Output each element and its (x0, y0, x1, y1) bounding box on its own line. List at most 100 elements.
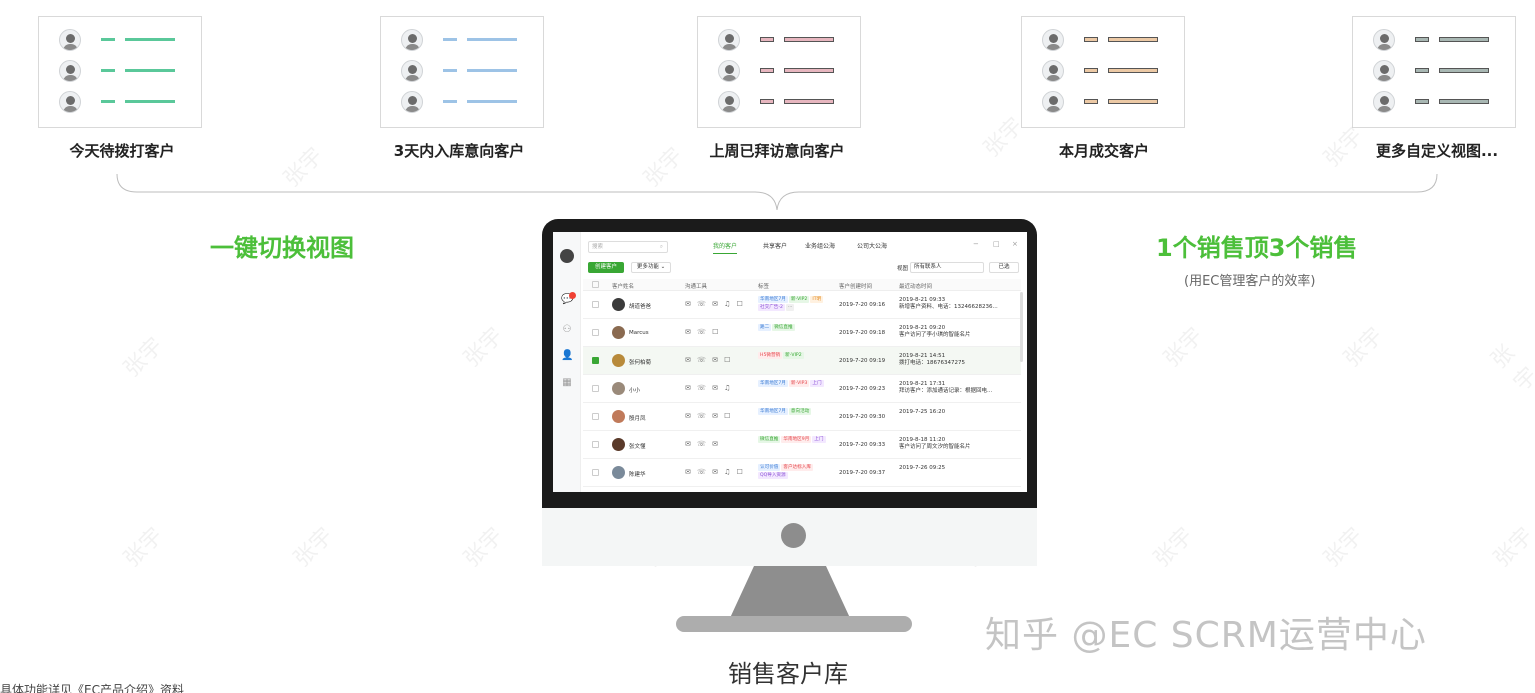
slogan-efficiency: 1个销售顶3个销售 (1156, 234, 1358, 262)
tag-badge[interactable]: 客户达标入库 (781, 464, 813, 471)
customer-name[interactable]: 小小 (629, 386, 640, 394)
customer-name[interactable]: 陈建华 (629, 470, 646, 478)
user-avatar[interactable] (560, 249, 574, 263)
row-checkbox[interactable] (592, 301, 599, 308)
tag-badge[interactable]: 华南地区7月 (758, 408, 788, 415)
tag-badge[interactable]: 意向活动 (788, 408, 812, 415)
placeholder-line-long (467, 100, 517, 103)
tag-badge[interactable]: 华南地区9月 (781, 436, 812, 443)
tag-badge[interactable]: H5微营销 (758, 352, 783, 359)
col-recent[interactable]: 最近动态时间 (899, 282, 932, 290)
customer-icon[interactable]: 👤 (561, 350, 573, 362)
tag-badge[interactable]: 新-VIP2 (788, 296, 810, 303)
row-checkbox[interactable] (592, 357, 599, 364)
apps-grid-icon[interactable]: ▦ (561, 377, 573, 389)
view-card-3[interactable] (1021, 16, 1185, 128)
recent-activity: 2019-8-21 14:51 拨打电话：18676347275 (899, 353, 965, 366)
org-icon[interactable]: ⚇ (561, 324, 573, 336)
view-card-2[interactable] (697, 16, 861, 128)
more-functions-button[interactable]: 更多功能 ⌄ (631, 262, 671, 273)
created-time: 2019-7-20 09:19 (839, 358, 886, 364)
placeholder-line-short (1415, 37, 1429, 42)
tag-badge[interactable]: 路二 (758, 324, 772, 331)
table-row[interactable]: Marcus ✉ ☏ ☐ 路二 微信直推 2019-7-20 09:18 2019-8-2… (583, 319, 1021, 347)
tab-group-pool[interactable]: 业务组公海 (805, 241, 835, 253)
tag-badge[interactable]: ··· (785, 304, 795, 311)
maximize-button[interactable]: □ (993, 240, 1000, 248)
search-input[interactable]: 搜索 ⌕ (588, 241, 668, 253)
table-row[interactable]: 张文懂 ✉ ☏ ✉ 微信直推 华南地区9月 上门 2019-7-20 09:33 2019-… (583, 431, 1021, 459)
view-card-4[interactable] (1352, 16, 1516, 128)
selected-filter-button[interactable]: 已选 (989, 262, 1019, 273)
contact-tools[interactable]: ✉ ☏ ✉ ♫ ☐ (685, 468, 745, 476)
view-card-0[interactable] (38, 16, 202, 128)
col-created[interactable]: 客户创建时间 (839, 282, 872, 290)
customer-name[interactable]: 张何柏菊 (629, 358, 651, 366)
person-icon (59, 91, 81, 113)
contact-tools[interactable]: ✉ ☏ ✉ (685, 440, 720, 448)
customer-tags: 路二 微信直推 (758, 324, 836, 332)
placeholder-line-short (760, 68, 774, 73)
view-filter-select[interactable]: 所有联系人 (910, 262, 984, 273)
contact-tools[interactable]: ✉ ☏ ☐ (685, 328, 720, 336)
tag-badge[interactable]: QQ导入资源 (758, 472, 788, 479)
row-checkbox[interactable] (592, 441, 599, 448)
col-name[interactable]: 客户姓名 (612, 282, 634, 290)
person-icon (1373, 29, 1395, 51)
tab-company-pool[interactable]: 公司大公海 (857, 241, 887, 253)
recent-activity: 2019-8-21 09:20 客户访问了李小琪的智能名片 (899, 325, 971, 338)
row-checkbox[interactable] (592, 385, 599, 392)
close-button[interactable]: × (1012, 240, 1018, 248)
view-caption-0[interactable]: 今天待拨打客户 (69, 140, 174, 161)
watermark: 张宇 (119, 333, 169, 383)
create-customer-button[interactable]: 创建客户 (588, 262, 624, 273)
tab-my-customers[interactable]: 我的客户 (713, 241, 738, 254)
person-icon (401, 60, 423, 82)
tag-badge[interactable]: 微信直推 (772, 324, 795, 331)
table-row[interactable]: 殷月凤 ✉ ☏ ✉ ☐ 华南地区7月 意向活动 2019-7-20 09:30 2019-… (583, 403, 1021, 431)
app-sidebar: 💬 ⚇ 👤 ▦ (553, 232, 581, 492)
tag-badge[interactable]: 新-VIP3 (788, 380, 810, 387)
table-row[interactable]: 张何柏菊 ✉ ☏ ✉ ☐ H5微营销 新-VIP2 2019-7-20 09:19 201… (583, 347, 1021, 375)
view-caption-1[interactable]: 3天内入库意向客户 (394, 140, 524, 161)
minimize-button[interactable]: − (973, 240, 979, 248)
customer-avatar (612, 326, 625, 339)
placeholder-line-long (467, 69, 517, 72)
tag-badge[interactable]: 社交广告-2 (758, 304, 785, 311)
person-icon (718, 91, 740, 113)
contact-tools[interactable]: ✉ ☏ ✉ ♫ ☐ (685, 300, 745, 308)
tag-badge[interactable]: 上门 (812, 436, 826, 443)
tag-badge[interactable]: 华南地区7月 (758, 380, 788, 387)
customer-name[interactable]: 张文懂 (629, 442, 646, 450)
table-row[interactable]: 陈建华 ✉ ☏ ✉ ♫ ☐ 认可价值 客户达标入库QQ导入资源 2019-7-20 09… (583, 459, 1021, 487)
view-caption-2[interactable]: 上周已拜访意向客户 (709, 140, 844, 161)
row-checkbox[interactable] (592, 413, 599, 420)
col-tags[interactable]: 标签 (758, 282, 769, 290)
view-card-1[interactable] (380, 16, 544, 128)
customer-name[interactable]: 殷月凤 (629, 414, 646, 422)
customer-name[interactable]: Marcus (629, 330, 649, 336)
power-button-icon (781, 523, 806, 548)
tag-badge[interactable]: 认可价值 (758, 464, 781, 471)
contact-tools[interactable]: ✉ ☏ ✉ ☐ (685, 356, 732, 364)
tag-badge[interactable]: 新-VIP2 (783, 352, 804, 359)
row-checkbox[interactable] (592, 469, 599, 476)
col-tools[interactable]: 沟通工具 (685, 282, 707, 290)
table-scrollbar[interactable] (1020, 292, 1023, 362)
tag-badge[interactable]: IT明 (810, 296, 824, 303)
view-caption-3[interactable]: 本月成交客户 (1059, 140, 1149, 161)
tab-shared-customers[interactable]: 共享客户 (763, 241, 787, 253)
monitor-screen: 💬 ⚇ 👤 ▦ 搜索 ⌕ 我的客户 共享客户 业务组公海 公司大公海 − □ ×… (553, 232, 1027, 492)
contact-tools[interactable]: ✉ ☏ ✉ ☐ (685, 412, 732, 420)
person-icon (401, 91, 423, 113)
tag-badge[interactable]: 上门 (810, 380, 824, 387)
contact-tools[interactable]: ✉ ☏ ✉ ♫ (685, 384, 732, 392)
table-row[interactable]: 小小 ✉ ☏ ✉ ♫ 华南地区7月 新-VIP3 上门 2019-7-20 09:23 20… (583, 375, 1021, 403)
customer-name[interactable]: 胡道爸爸 (629, 302, 651, 310)
tag-badge[interactable]: 华南地区7月 (758, 296, 788, 303)
row-checkbox[interactable] (592, 329, 599, 336)
tag-badge[interactable]: 微信直推 (758, 436, 781, 443)
view-caption-4[interactable]: 更多自定义视图... (1376, 140, 1498, 161)
select-all-checkbox[interactable] (592, 281, 599, 288)
table-row[interactable]: 胡道爸爸 ✉ ☏ ✉ ♫ ☐ 华南地区7月 新-VIP2 IT明社交广告-2 ··· 201… (583, 291, 1021, 319)
